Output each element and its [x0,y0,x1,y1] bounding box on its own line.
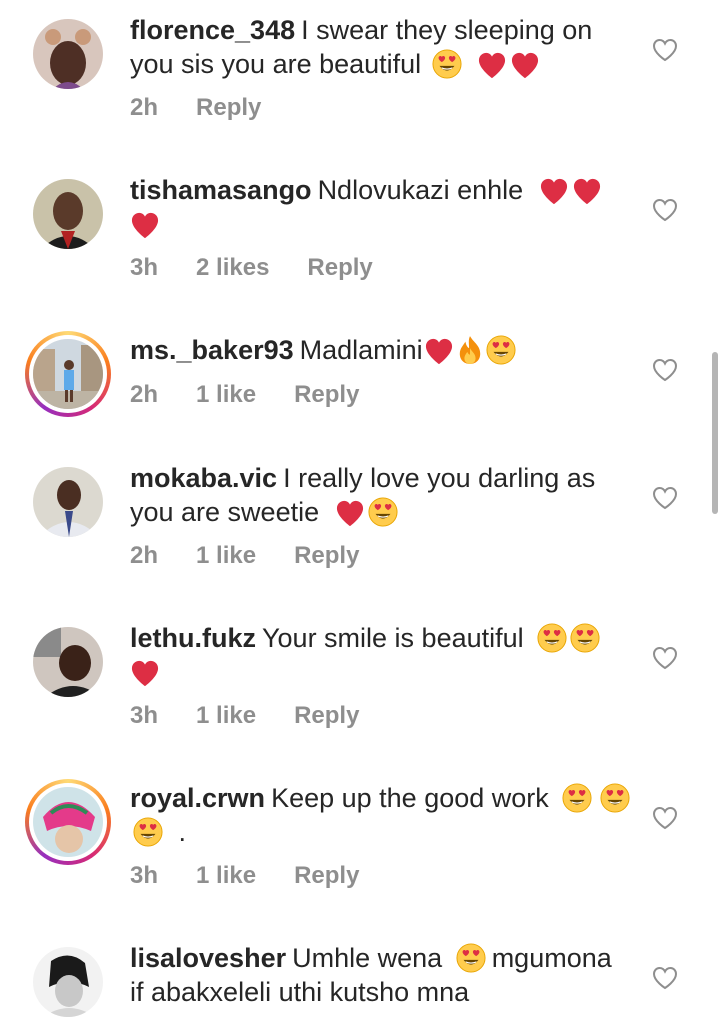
avatar[interactable] [33,467,103,537]
comment-time: 3h [130,254,159,281]
likes-count[interactable]: 1 like [196,381,256,408]
like-heart-icon[interactable] [652,806,678,830]
likes-count[interactable]: 1 like [196,702,256,729]
comment-meta: 2h 1 like Reply [130,542,397,570]
likes-count[interactable]: 1 like [196,542,256,569]
comment-time: 3h [130,702,159,729]
avatar[interactable] [33,627,103,697]
reply-button[interactable]: Reply [294,862,359,889]
comment-meta: 3h 1 like Reply [130,702,397,730]
red-heart-emoji-icon [335,499,365,527]
heart-eyes-emoji-icon [600,783,630,813]
avatar-story-ring[interactable] [25,779,111,865]
red-heart-emoji-icon [539,177,569,205]
like-heart-icon[interactable] [652,38,678,62]
comment-text: lisalovesher Umhle wena mgumona if abakxe… [130,941,630,1009]
like-heart-icon[interactable] [652,358,678,382]
red-heart-emoji-icon [572,177,602,205]
comment-meta: 2h Reply [130,94,299,122]
like-heart-icon[interactable] [652,966,678,990]
comment-text: ms._baker93 Madlamini [130,333,630,367]
heart-eyes-emoji-icon [486,335,516,365]
heart-eyes-emoji-icon [368,497,398,527]
comment-username[interactable]: lethu.fukz [130,623,256,653]
comment-username[interactable]: tishamasango [130,175,312,205]
red-heart-emoji-icon [424,337,454,365]
heart-eyes-emoji-icon [562,783,592,813]
comment-time: 2h [130,542,159,569]
likes-count[interactable]: 1 like [196,862,256,889]
reply-button[interactable]: Reply [294,381,359,408]
heart-eyes-emoji-icon [456,943,486,973]
like-heart-icon[interactable] [652,646,678,670]
reply-button[interactable]: Reply [307,254,372,281]
reply-button[interactable]: Reply [294,702,359,729]
comment-body: Madlamini [299,335,423,365]
like-heart-icon[interactable] [652,198,678,222]
comment-body: Ndlovukazi enhle [317,175,524,205]
avatar-story-ring[interactable] [25,331,111,417]
comment-text: tishamasango Ndlovukazi enhle [130,173,630,241]
likes-count[interactable]: 2 likes [196,254,269,281]
comment-time: 2h [130,94,159,121]
comment-body: Your smile is beautiful [262,623,524,653]
comment-suffix: . [178,817,187,847]
reply-button[interactable]: Reply [196,94,261,121]
avatar[interactable] [33,947,103,1017]
comment-body: Keep up the good work [271,783,549,813]
comment-time: 2h [130,381,159,408]
red-heart-emoji-icon [510,51,540,79]
red-heart-emoji-icon [130,211,160,239]
avatar[interactable] [33,179,103,249]
comment-time: 3h [130,862,159,889]
avatar[interactable] [33,19,103,89]
heart-eyes-emoji-icon [570,623,600,653]
red-heart-emoji-icon [477,51,507,79]
comment-body: Umhle wena [292,943,443,973]
heart-eyes-emoji-icon [537,623,567,653]
heart-eyes-emoji-icon [133,817,163,847]
scrollbar[interactable] [712,352,718,514]
comment-meta: 3h 2 likes Reply [130,254,411,282]
comment-text: royal.crwn Keep up the good work . [130,781,630,849]
red-heart-emoji-icon [130,659,160,687]
comment-username[interactable]: florence_348 [130,15,295,45]
like-heart-icon[interactable] [652,486,678,510]
comment-text: florence_348 I swear they sleeping on you… [130,13,630,81]
comment-username[interactable]: lisalovesher [130,943,286,973]
reply-button[interactable]: Reply [294,542,359,569]
comment-username[interactable]: ms._baker93 [130,335,294,365]
comment-username[interactable]: mokaba.vic [130,463,277,493]
comment-meta: 3h 1 like Reply [130,862,397,890]
comment-meta: 2h 1 like Reply [130,381,397,409]
fire-emoji-icon [457,335,483,365]
comment-text: mokaba.vic I really love you darling as y… [130,461,630,529]
comment-username[interactable]: royal.crwn [130,783,265,813]
heart-eyes-emoji-icon [432,49,462,79]
comment-text: lethu.fukz Your smile is beautiful [130,621,630,689]
